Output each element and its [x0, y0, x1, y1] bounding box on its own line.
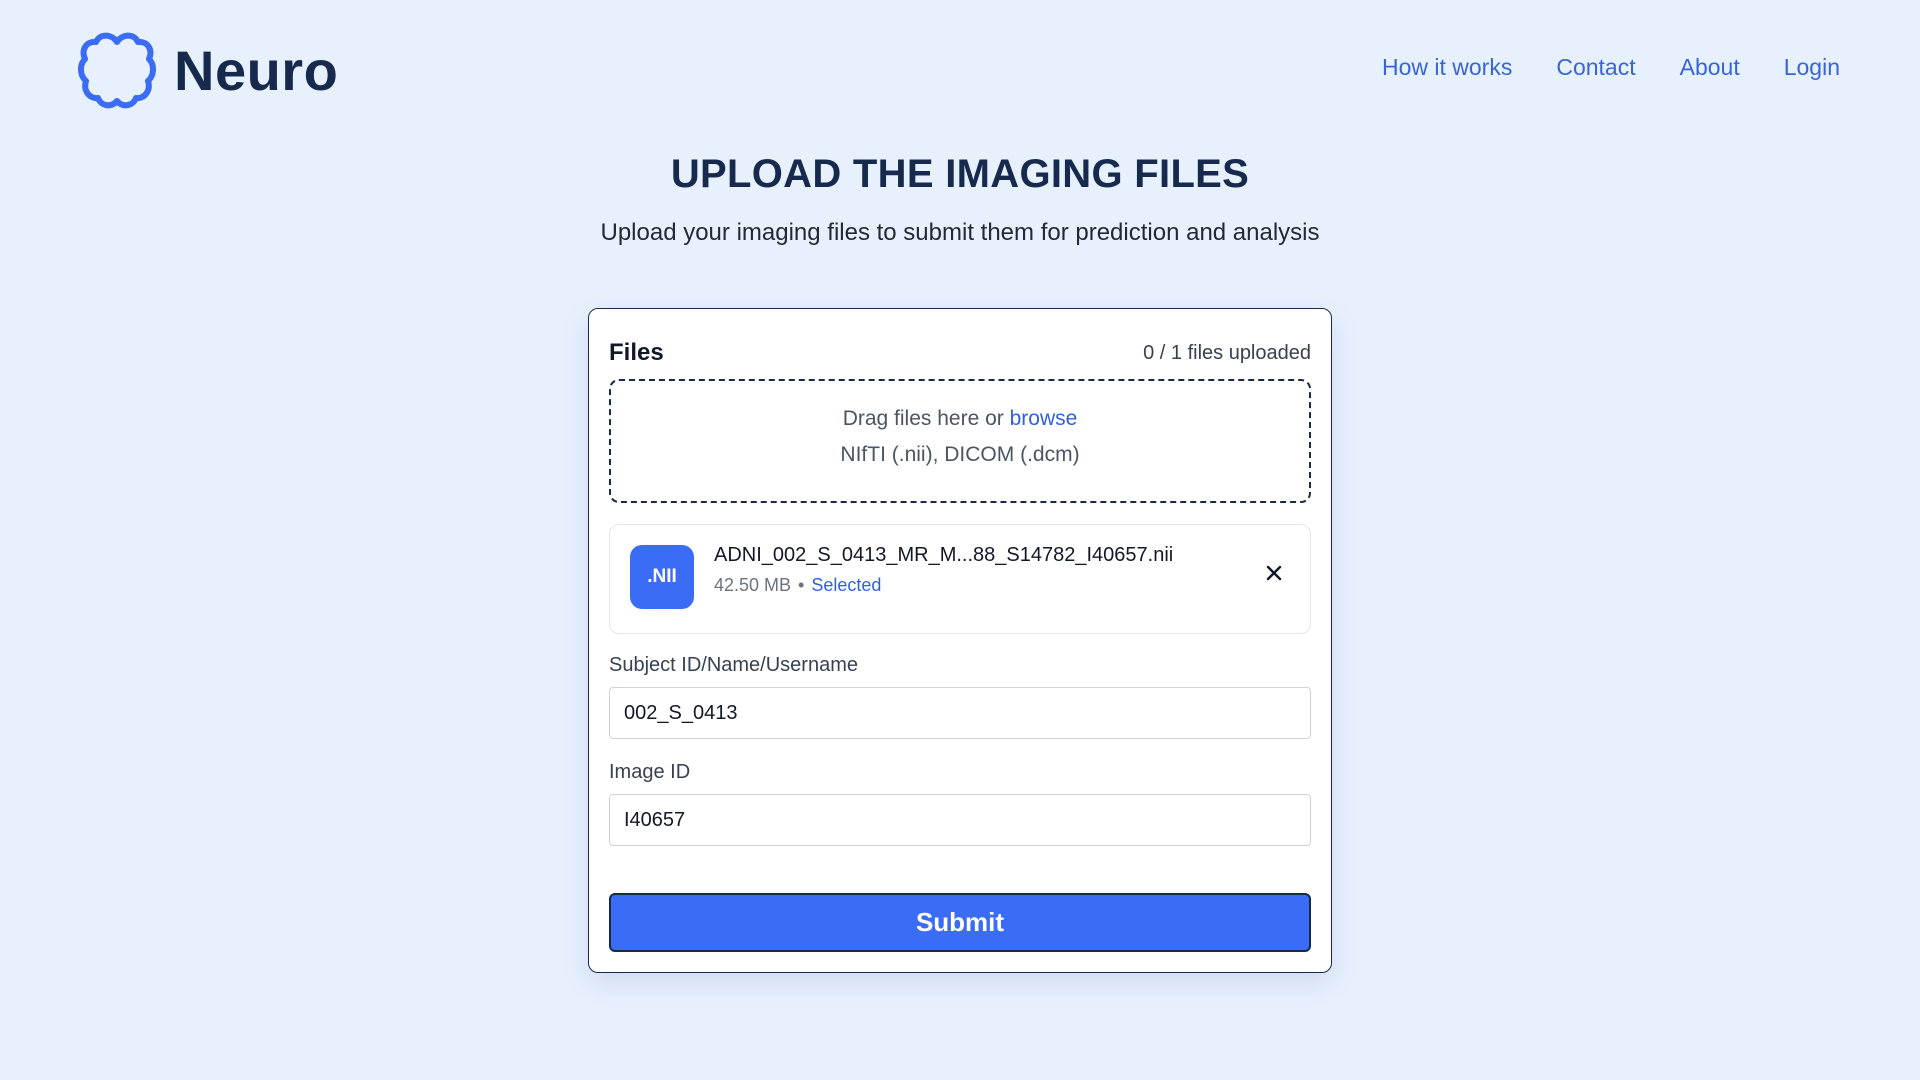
brand-name: Neuro [174, 38, 339, 102]
file-meta: 42.50 MB • Selected [714, 575, 881, 596]
nav-about-link[interactable]: About [1680, 54, 1740, 81]
card-header: Files 0 / 1 files uploaded [609, 329, 1311, 377]
brain-icon [78, 32, 156, 109]
close-icon [1266, 565, 1282, 581]
file-size: 42.50 MB [714, 575, 792, 595]
page-title: UPLOAD THE IMAGING FILES [670, 152, 1250, 196]
dropzone-text: Drag files here or [842, 407, 1010, 430]
upload-card: Files 0 / 1 files uploaded Drag files he… [588, 308, 1332, 973]
dropzone-instructions: Drag files here or browse [611, 407, 1309, 431]
files-title: Files [609, 339, 664, 366]
image-id-input[interactable] [609, 794, 1311, 846]
page-subtitle: Upload your imaging files to submit them… [600, 219, 1320, 246]
nav-how-it-works-link[interactable]: How it works [1382, 54, 1512, 81]
brand-logo[interactable]: Neuro [78, 28, 338, 112]
meta-separator: • [798, 575, 805, 595]
site-header: Neuro How it works Contact About Login [0, 0, 1920, 140]
image-id-label: Image ID [609, 761, 691, 783]
selected-file-item: .NII ADNI_002_S_0413_MR_M...88_S14782_I4… [609, 524, 1311, 634]
dropzone-formats: NIfTI (.nii), DICOM (.dcm) [840, 443, 1080, 466]
browse-link[interactable]: browse [1010, 407, 1078, 430]
nav-contact-link[interactable]: Contact [1556, 54, 1635, 81]
subject-id-label: Subject ID/Name/Username [609, 654, 858, 676]
subject-id-input[interactable] [609, 687, 1311, 739]
file-dropzone[interactable]: Drag files here or browse NIfTI (.nii), … [609, 379, 1311, 503]
top-nav: How it works Contact About Login [1382, 54, 1840, 81]
file-name: ADNI_002_S_0413_MR_M...88_S14782_I40657.… [714, 544, 1174, 566]
nav-login-link[interactable]: Login [1784, 54, 1840, 81]
file-status: Selected [811, 575, 882, 595]
submit-button[interactable]: Submit [609, 893, 1311, 952]
files-upload-count: 0 / 1 files uploaded [1143, 342, 1311, 364]
remove-file-button[interactable] [1260, 559, 1288, 587]
file-type-badge: .NII [630, 545, 694, 609]
